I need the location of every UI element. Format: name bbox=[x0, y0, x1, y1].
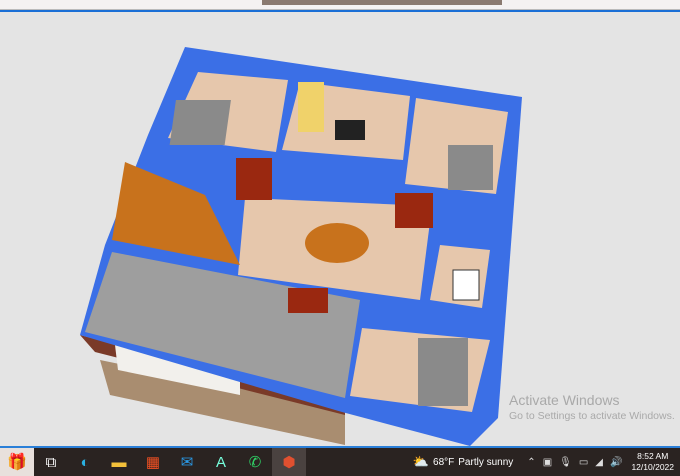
door bbox=[236, 158, 272, 200]
file-explorer-icon[interactable]: ▬ bbox=[102, 448, 136, 476]
3d-floor-plan-view[interactable] bbox=[0, 12, 680, 448]
task-view-icon[interactable]: ⧉ bbox=[34, 448, 68, 476]
ai-app-icon[interactable]: A bbox=[204, 448, 238, 476]
battery-icon[interactable]: ▭ bbox=[579, 457, 588, 468]
gift-icon[interactable]: 🎁 bbox=[0, 448, 34, 476]
weather-widget[interactable]: ⛅ 68°F Partly sunny bbox=[413, 454, 513, 470]
clock[interactable]: 8:52 AM 12/10/2022 bbox=[631, 451, 674, 473]
watermark-subtitle: Go to Settings to activate Windows. bbox=[509, 410, 675, 422]
volume-icon[interactable]: 🔊 bbox=[610, 457, 622, 468]
weather-temp: 68°F bbox=[433, 456, 455, 468]
window-top-bar bbox=[0, 0, 680, 10]
dining-table bbox=[305, 223, 369, 263]
system-tray: ⛅ 68°F Partly sunny ⌃ ▣ 🎙 ▭ ◢ 🔊 8:52 AM … bbox=[413, 448, 680, 476]
clock-time: 8:52 AM bbox=[637, 451, 669, 461]
microsoft-store-icon[interactable]: ▦ bbox=[136, 448, 170, 476]
watermark-title: Activate Windows bbox=[509, 392, 620, 408]
bed-3 bbox=[418, 338, 468, 406]
partly-sunny-icon: ⛅ bbox=[412, 454, 430, 469]
bed-1 bbox=[169, 100, 231, 145]
microphone-icon[interactable]: 🎙 bbox=[559, 457, 572, 468]
bookshelf bbox=[298, 82, 324, 132]
edge-icon[interactable]: ◐ bbox=[68, 448, 102, 476]
home-design-app-icon[interactable]: ⬢ bbox=[272, 448, 306, 476]
chevron-up-icon[interactable]: ⌃ bbox=[527, 457, 535, 468]
weather-condition: Partly sunny bbox=[458, 456, 514, 468]
door bbox=[395, 193, 433, 228]
clock-date: 12/10/2022 bbox=[631, 462, 674, 472]
activate-windows-watermark: Activate Windows Go to Settings to activ… bbox=[509, 392, 675, 422]
tv bbox=[335, 120, 365, 140]
whatsapp-icon[interactable]: ✆ bbox=[238, 448, 272, 476]
taskbar: 🎁 ⧉ ◐ ▬ ▦ ✉ A ✆ ⬢ ⛅ 68°F Partly sunny ⌃ … bbox=[0, 448, 680, 476]
meet-now-icon[interactable]: ▣ bbox=[543, 457, 552, 468]
stove bbox=[452, 269, 480, 301]
preview-thumbnail[interactable] bbox=[262, 0, 502, 5]
mail-icon[interactable]: ✉ bbox=[170, 448, 204, 476]
door bbox=[288, 288, 328, 313]
wifi-icon[interactable]: ◢ bbox=[595, 457, 603, 468]
bed-2 bbox=[448, 145, 493, 190]
